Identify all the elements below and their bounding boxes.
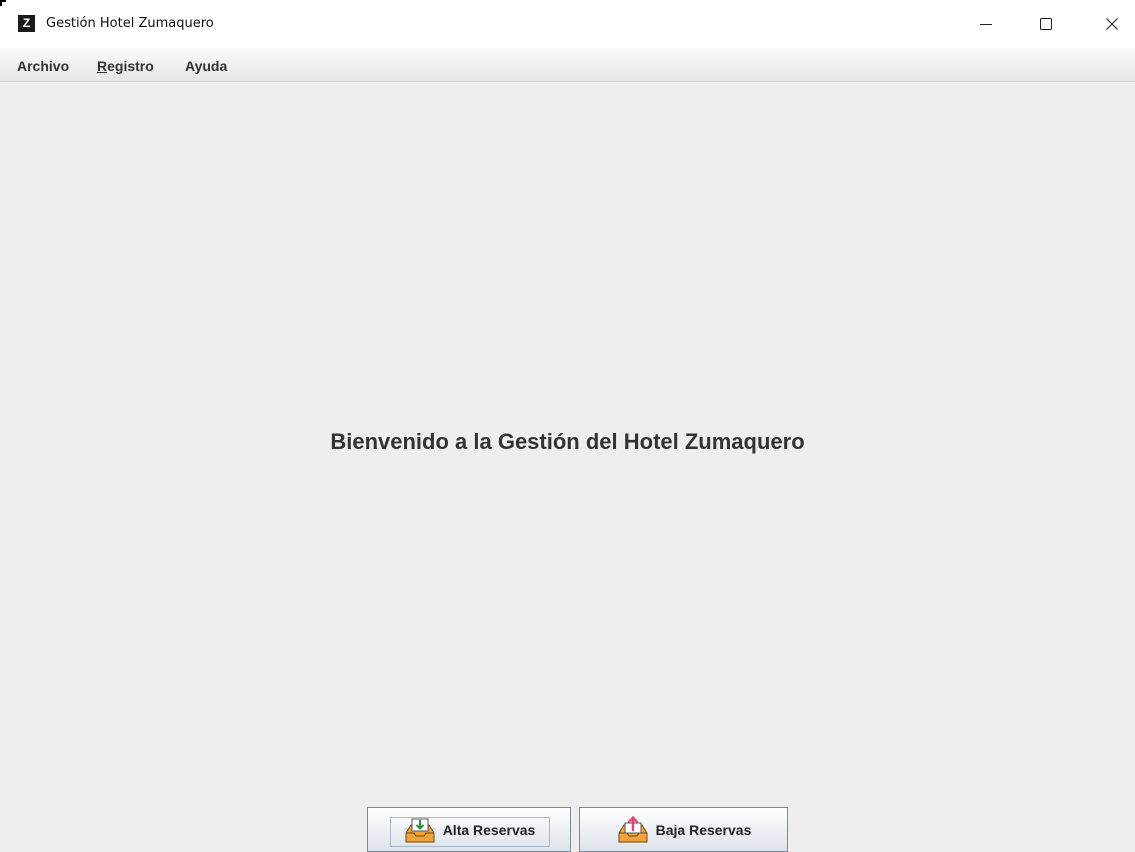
main-panel: Bienvenido a la Gestión del Hotel Zumaqu… bbox=[0, 83, 1135, 852]
window-corner-mark bbox=[0, 0, 6, 6]
close-icon bbox=[1106, 18, 1118, 30]
minimize-button[interactable] bbox=[963, 0, 1009, 48]
menu-registro-label: egistro bbox=[107, 58, 154, 74]
window-title: Gestión Hotel Zumaquero bbox=[46, 16, 214, 31]
menu-registro[interactable]: Registro bbox=[97, 57, 154, 75]
maximize-button[interactable] bbox=[1023, 0, 1069, 48]
welcome-label: Bienvenido a la Gestión del Hotel Zumaqu… bbox=[330, 429, 805, 454]
application-window: Z Gestión Hotel Zumaquero Archivo Regist… bbox=[0, 0, 1135, 852]
baja-reservas-label: Baja Reservas bbox=[655, 821, 752, 838]
minimize-icon bbox=[980, 24, 992, 25]
alta-reservas-button[interactable]: Alta Reservas bbox=[367, 807, 571, 852]
menu-bar: Archivo Registro Ayuda bbox=[0, 48, 1135, 82]
menu-ayuda[interactable]: Ayuda bbox=[185, 57, 227, 75]
close-button[interactable] bbox=[1089, 0, 1135, 48]
app-logo-icon: Z bbox=[18, 15, 35, 32]
baja-reservas-button[interactable]: Baja Reservas bbox=[579, 807, 788, 852]
alta-reservas-label: Alta Reservas bbox=[442, 821, 536, 838]
menu-registro-mnemonic: R bbox=[97, 58, 108, 74]
inbox-upload-icon bbox=[618, 815, 648, 842]
maximize-icon bbox=[1040, 18, 1052, 30]
menu-archivo[interactable]: Archivo bbox=[17, 57, 69, 75]
title-bar[interactable]: Z Gestión Hotel Zumaquero bbox=[0, 0, 1135, 48]
inbox-download-icon bbox=[405, 818, 435, 842]
